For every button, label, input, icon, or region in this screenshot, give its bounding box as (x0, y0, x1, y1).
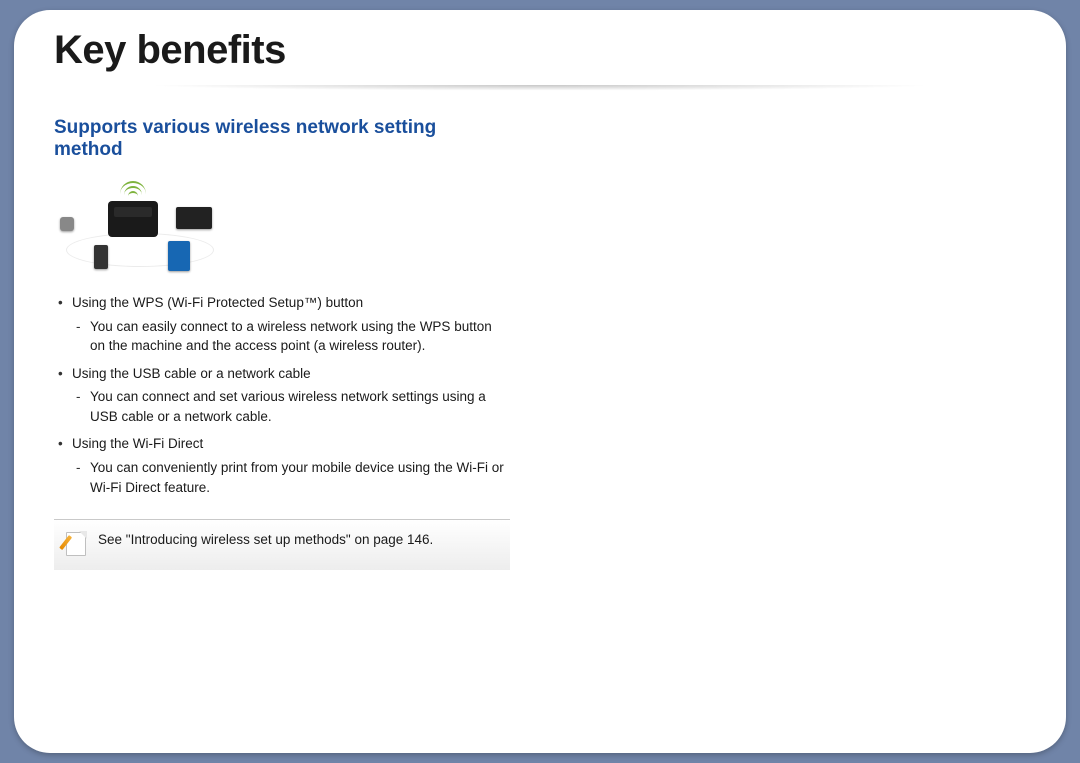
page-title: Key benefits (54, 22, 1026, 85)
bullet-head: Using the Wi-Fi Direct (72, 436, 203, 451)
list-item: Using the WPS (Wi-Fi Protected Setup™) b… (54, 293, 510, 356)
bullet-head: Using the USB cable or a network cable (72, 366, 311, 381)
list-subitem: You can connect and set various wireless… (72, 387, 510, 426)
list-subitem: You can easily connect to a wireless net… (72, 317, 510, 356)
right-column (540, 113, 1026, 570)
title-divider (34, 85, 1046, 99)
bullet-sub: You can conveniently print from your mob… (90, 460, 504, 495)
section-subhead: Supports various wireless network settin… (54, 117, 510, 161)
list-item: Using the Wi-Fi Direct You can convenien… (54, 434, 510, 497)
note-text: See "Introducing wireless set up methods… (98, 532, 433, 547)
title-wrap: Key benefits (54, 22, 1026, 99)
list-subitem: You can conveniently print from your mob… (72, 458, 510, 497)
left-column: Supports various wireless network settin… (54, 113, 540, 570)
document-page: Key benefits Supports various wireless n… (14, 10, 1066, 753)
list-item: Using the USB cable or a network cable Y… (54, 364, 510, 427)
bullet-list: Using the WPS (Wi-Fi Protected Setup™) b… (54, 293, 510, 497)
bullet-sub: You can easily connect to a wireless net… (90, 319, 492, 354)
content-columns: Supports various wireless network settin… (54, 113, 1026, 570)
wireless-devices-illustration (60, 183, 220, 273)
note-icon (66, 532, 86, 556)
bullet-sub: You can connect and set various wireless… (90, 389, 486, 424)
bullet-head: Using the WPS (Wi-Fi Protected Setup™) b… (72, 295, 363, 310)
note-box: See "Introducing wireless set up methods… (54, 519, 510, 570)
